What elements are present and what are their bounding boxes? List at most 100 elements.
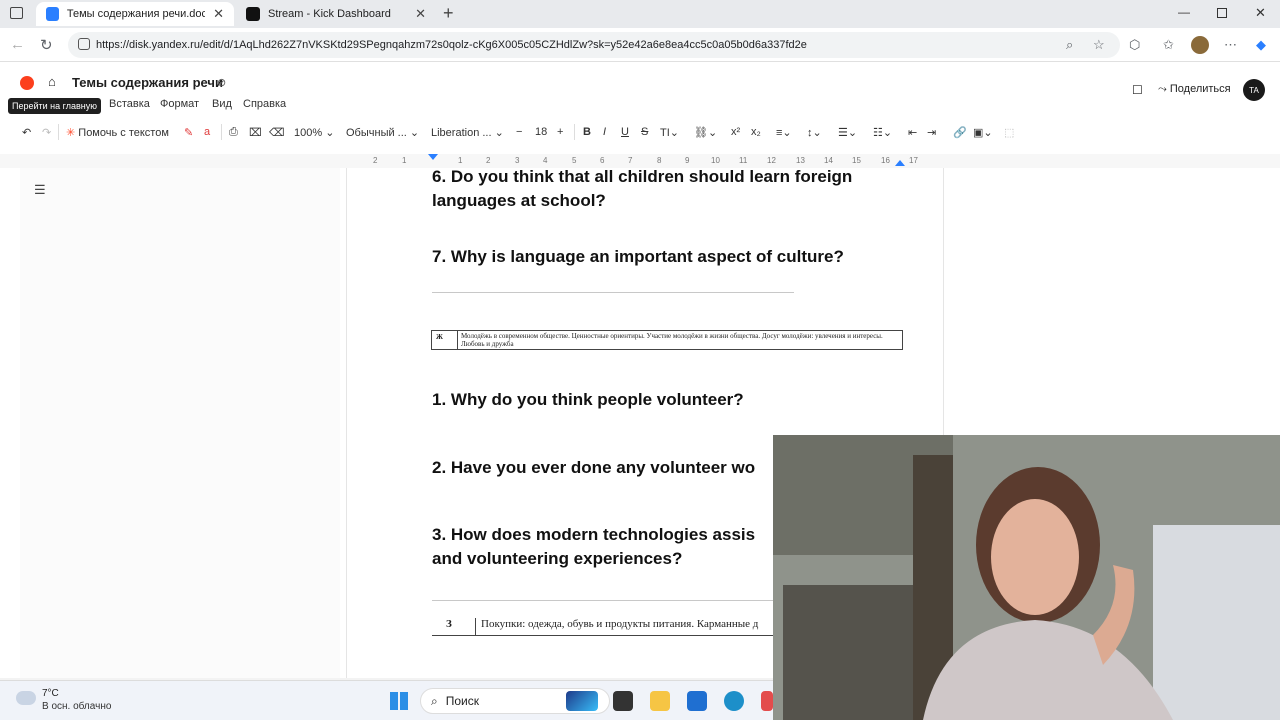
windows-start-icon[interactable] (390, 692, 408, 710)
ruler-tick: 1 (402, 156, 407, 165)
topic-table-row[interactable]: Ж Молодёжь в современном обществе. Ценно… (431, 330, 903, 350)
indent-icon[interactable]: ⇥ (927, 126, 936, 139)
kick-icon (246, 7, 260, 21)
app-icon[interactable] (761, 691, 773, 711)
doc-title[interactable]: Темы содержания речи (72, 75, 223, 90)
yandex-logo-icon (20, 76, 34, 90)
more-icon[interactable]: ⋯ (1224, 37, 1237, 53)
edge-icon[interactable] (724, 691, 744, 711)
tab-actions-icon[interactable] (10, 7, 23, 19)
question-6: 6. Do you think that all children should… (432, 168, 853, 210)
reload-icon[interactable]: ↻ (40, 36, 53, 54)
assist-label: Помочь с текстом (78, 127, 169, 139)
copilot-icon[interactable]: ◆ (1256, 37, 1266, 53)
align-icon[interactable]: ≡⌄ (776, 126, 792, 139)
share-button[interactable]: ⤳ Поделиться (1158, 83, 1231, 96)
ruler-tick: 2 (373, 156, 378, 165)
comments-icon[interactable]: ☐ (1132, 83, 1143, 97)
ruler-tick: 1 (458, 156, 463, 165)
tab-title: Stream - Kick Dashboard (268, 8, 391, 20)
ruler: 2 1 1 2 3 4 5 6 7 8 9 10 11 12 13 14 15 … (0, 154, 1280, 168)
right-indent-marker[interactable] (895, 160, 905, 166)
paint-format-icon[interactable]: ⌧ (249, 126, 262, 139)
assist-button[interactable]: ✳ Помочь с текстом (66, 126, 169, 139)
outline-panel: ☰ (20, 168, 340, 678)
store-icon[interactable] (687, 691, 707, 711)
menu-insert[interactable]: Вставка (109, 98, 150, 110)
close-tab-icon[interactable]: ✕ (213, 6, 224, 22)
back-icon[interactable]: ← (10, 36, 25, 53)
bold-icon[interactable]: B (583, 126, 591, 138)
text-height-icon[interactable]: TI⌄ (660, 126, 679, 139)
menu-format[interactable]: Формат (160, 98, 199, 110)
strikethrough-icon[interactable]: S (641, 126, 648, 138)
link-icon[interactable]: ⛓⌄ (694, 126, 717, 139)
webcam-overlay (773, 435, 1280, 720)
weather-description[interactable]: В осн. облачно (42, 701, 111, 712)
italic-icon[interactable]: I (603, 126, 606, 138)
line-spacing-icon[interactable]: ↕⌄ (807, 126, 822, 139)
sync-status-icon: ⊘ (217, 77, 227, 89)
ruler-tick: 10 (711, 156, 720, 165)
print-icon[interactable]: ⎙ (229, 126, 238, 139)
bullet-list-icon[interactable]: ☰⌄ (838, 126, 857, 139)
clear-format-icon[interactable]: ⌫ (269, 126, 285, 139)
volunteer-question-1: 1. Why do you think people volunteer? (432, 390, 744, 409)
search-icon: ⌕ (431, 693, 438, 708)
text-color-icon[interactable]: a (204, 126, 210, 138)
insert-link-icon[interactable]: 🔗 (953, 126, 967, 139)
maximize-icon[interactable] (1217, 8, 1227, 18)
font-size-decrease[interactable]: − (516, 126, 522, 138)
weather-temperature[interactable]: 7°C (42, 688, 59, 699)
ruler-tick: 15 (852, 156, 861, 165)
topic-text: Покупки: одежда, обувь и продукты питани… (481, 618, 759, 630)
style-select[interactable]: Обычный ... ⌄ (346, 126, 419, 139)
tab-kick[interactable]: Stream - Kick Dashboard ✕ (236, 2, 436, 26)
subscript-icon[interactable]: x₂ (751, 126, 761, 138)
search-placeholder: Поиск (445, 694, 479, 708)
browser-tab-bar: Темы содержания речи.docx - Я ✕ Stream -… (0, 0, 1280, 28)
share-label: Поделиться (1169, 83, 1231, 95)
ruler-tick: 16 (881, 156, 890, 165)
window-close-icon[interactable]: ✕ (1255, 5, 1266, 21)
extensions-icon[interactable]: ⬡ (1129, 37, 1140, 53)
yandex-docs-icon (46, 7, 59, 21)
superscript-icon[interactable]: x² (731, 126, 740, 138)
zoom-select[interactable]: 100% ⌄ (294, 126, 334, 139)
close-tab-icon[interactable]: ✕ (415, 6, 426, 22)
zoom-icon[interactable]: ⌕ (1066, 37, 1073, 53)
new-tab-button[interactable]: + (443, 3, 454, 24)
redo-icon[interactable]: ↷ (42, 126, 51, 139)
ruler-tick: 5 (572, 156, 577, 165)
underline-icon[interactable]: U (621, 126, 629, 138)
outline-icon[interactable]: ☰ (34, 182, 46, 198)
outdent-icon[interactable]: ⇤ (908, 126, 917, 139)
favorite-star-icon[interactable]: ☆ (1093, 37, 1105, 53)
task-view-icon[interactable] (613, 691, 633, 711)
profile-avatar[interactable] (1191, 36, 1209, 54)
ruler-tick: 3 (515, 156, 520, 165)
zoom-value: 100% (294, 127, 323, 139)
home-icon[interactable]: ⌂ (48, 74, 56, 89)
file-explorer-icon[interactable] (650, 691, 670, 711)
tab-document[interactable]: Темы содержания речи.docx - Я ✕ (36, 2, 234, 26)
numbered-list-icon[interactable]: ☷⌄ (873, 126, 892, 139)
font-size-increase[interactable]: + (557, 126, 563, 138)
url-field[interactable]: https://disk.yandex.ru/edit/d/1AqLhd262Z… (68, 32, 1120, 58)
share-icon: ⤳ (1158, 83, 1167, 95)
more-tools-icon[interactable]: ⬚ (1004, 126, 1014, 139)
format-paint-icon[interactable]: ✎ (184, 126, 193, 139)
minimize-icon[interactable]: — (1178, 5, 1190, 19)
site-info-icon[interactable] (78, 38, 90, 50)
font-size-value[interactable]: 18 (535, 126, 547, 138)
favorites-icon[interactable]: ✩ (1163, 37, 1174, 53)
undo-icon[interactable]: ↶ (22, 126, 31, 139)
menu-help[interactable]: Справка (243, 98, 286, 110)
indent-marker[interactable] (428, 154, 438, 160)
game-app-icon[interactable] (566, 691, 598, 711)
volunteer-question-3: 3. How does modern technologies assis an… (432, 525, 756, 568)
insert-image-icon[interactable]: ▣⌄ (973, 126, 993, 139)
font-select[interactable]: Liberation ... ⌄ (431, 126, 504, 139)
menu-view[interactable]: Вид (212, 98, 232, 110)
user-avatar[interactable]: TA (1243, 79, 1265, 101)
